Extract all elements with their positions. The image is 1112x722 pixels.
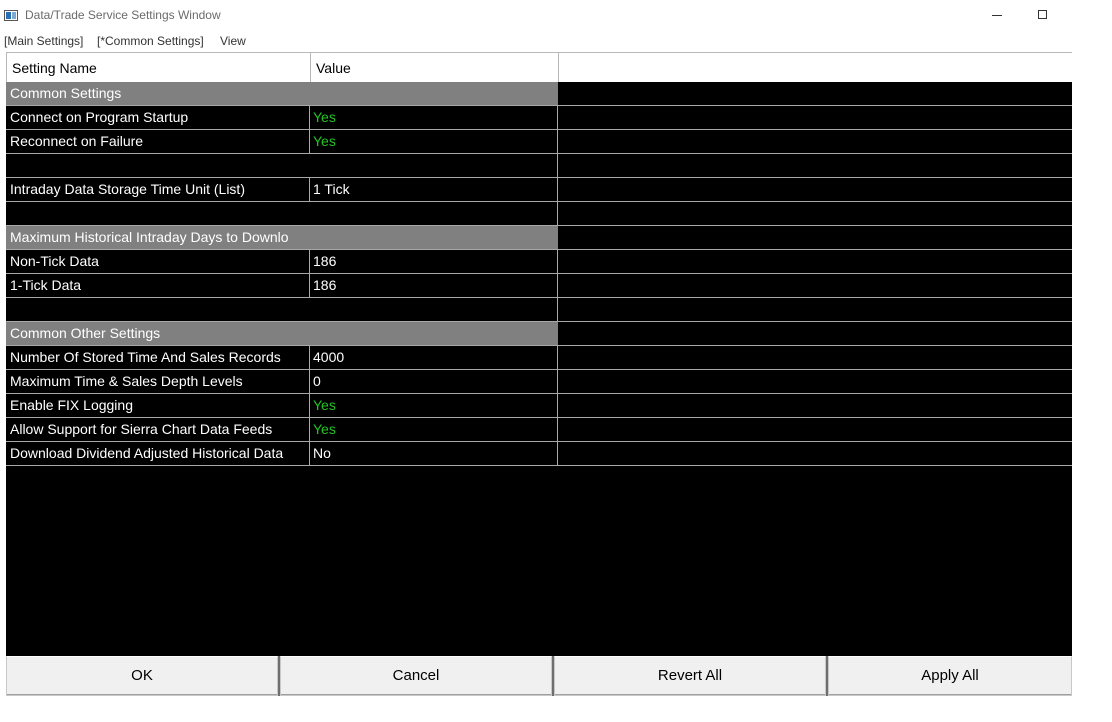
setting-value-cell[interactable]: 1 Tick [310,178,558,201]
setting-value-cell[interactable]: 4000 [310,346,558,369]
blank-row [6,154,1072,178]
grid-header: Setting Name Value [6,52,1072,82]
table-row[interactable]: Number Of Stored Time And Sales Records 4… [6,346,1072,370]
table-row[interactable]: Connect on Program Startup Yes [6,106,1072,130]
empty-cell [558,250,1072,273]
setting-value-cell[interactable]: 0 [310,370,558,393]
setting-name-cell: Number Of Stored Time And Sales Records [6,346,310,369]
setting-name-cell: Allow Support for Sierra Chart Data Feed… [6,418,310,441]
empty-cell [558,130,1072,153]
setting-value-cell[interactable]: Yes [310,394,558,417]
setting-name-cell [6,154,310,177]
setting-value-cell[interactable]: 186 [310,274,558,297]
app-window-icon[interactable] [4,10,18,21]
menu-common-settings[interactable]: [*Common Settings] [97,34,204,48]
setting-value-cell [310,298,558,321]
section-title: Common Other Settings [6,322,558,345]
cancel-button[interactable]: Cancel [280,656,552,696]
table-row[interactable]: Enable FIX Logging Yes [6,394,1072,418]
section-header-row: Maximum Historical Intraday Days to Down… [6,226,1072,250]
empty-cell [558,274,1072,297]
empty-cell [558,442,1072,465]
apply-all-button[interactable]: Apply All [828,656,1072,696]
blank-row [6,298,1072,322]
blank-row [6,202,1072,226]
empty-cell [558,154,1072,177]
empty-cell [558,178,1072,201]
column-header-setting-name[interactable]: Setting Name [7,53,311,82]
setting-name-cell: 1-Tick Data [6,274,310,297]
empty-cell [558,370,1072,393]
setting-value-cell [310,202,558,225]
section-header-row: Common Other Settings [6,322,1072,346]
setting-value-cell[interactable]: No [310,442,558,465]
section-header-row: Common Settings [6,82,1072,106]
setting-value-cell [310,154,558,177]
maximize-button[interactable] [1020,0,1066,31]
menu-bar: [Main Settings] [*Common Settings] View [0,32,1073,50]
setting-value-cell[interactable]: 186 [310,250,558,273]
settings-grid[interactable]: Setting Name Value Common Settings Connec… [6,52,1072,656]
column-header-empty [559,53,1072,82]
empty-cell [558,298,1072,321]
table-row[interactable]: Reconnect on Failure Yes [6,130,1072,154]
setting-name-cell [6,202,310,225]
empty-cell [558,106,1072,129]
table-row[interactable]: Intraday Data Storage Time Unit (List) 1 … [6,178,1072,202]
table-row[interactable]: 1-Tick Data 186 [6,274,1072,298]
setting-name-cell: Non-Tick Data [6,250,310,273]
minimize-button[interactable] [974,0,1020,31]
setting-name-cell [6,298,310,321]
setting-name-cell: Reconnect on Failure [6,130,310,153]
section-title: Common Settings [6,82,558,105]
setting-name-cell: Connect on Program Startup [6,106,310,129]
table-row[interactable]: Download Dividend Adjusted Historical Da… [6,442,1072,466]
setting-value-cell[interactable]: Yes [310,106,558,129]
setting-name-cell: Intraday Data Storage Time Unit (List) [6,178,310,201]
setting-value-cell[interactable]: Yes [310,418,558,441]
empty-cell [558,418,1072,441]
setting-value-cell[interactable]: Yes [310,130,558,153]
empty-cell [558,346,1072,369]
menu-main-settings[interactable]: [Main Settings] [4,34,83,48]
table-row[interactable]: Non-Tick Data 186 [6,250,1072,274]
table-row[interactable]: Maximum Time & Sales Depth Levels 0 [6,370,1072,394]
setting-name-cell: Enable FIX Logging [6,394,310,417]
button-bar: OK Cancel Revert All Apply All [6,656,1072,696]
menu-view[interactable]: View [220,34,246,48]
revert-all-button[interactable]: Revert All [554,656,826,696]
minimize-icon [992,15,1002,16]
empty-cell [558,202,1072,225]
empty-cell [558,394,1072,417]
column-header-value[interactable]: Value [311,53,559,82]
section-title: Maximum Historical Intraday Days to Down… [6,226,558,249]
table-row[interactable]: Allow Support for Sierra Chart Data Feed… [6,418,1072,442]
maximize-icon [1038,10,1047,19]
setting-name-cell: Maximum Time & Sales Depth Levels [6,370,310,393]
window-title: Data/Trade Service Settings Window [25,8,221,22]
title-bar: Data/Trade Service Settings Window [0,0,1073,31]
ok-button[interactable]: OK [6,656,278,696]
setting-name-cell: Download Dividend Adjusted Historical Da… [6,442,310,465]
